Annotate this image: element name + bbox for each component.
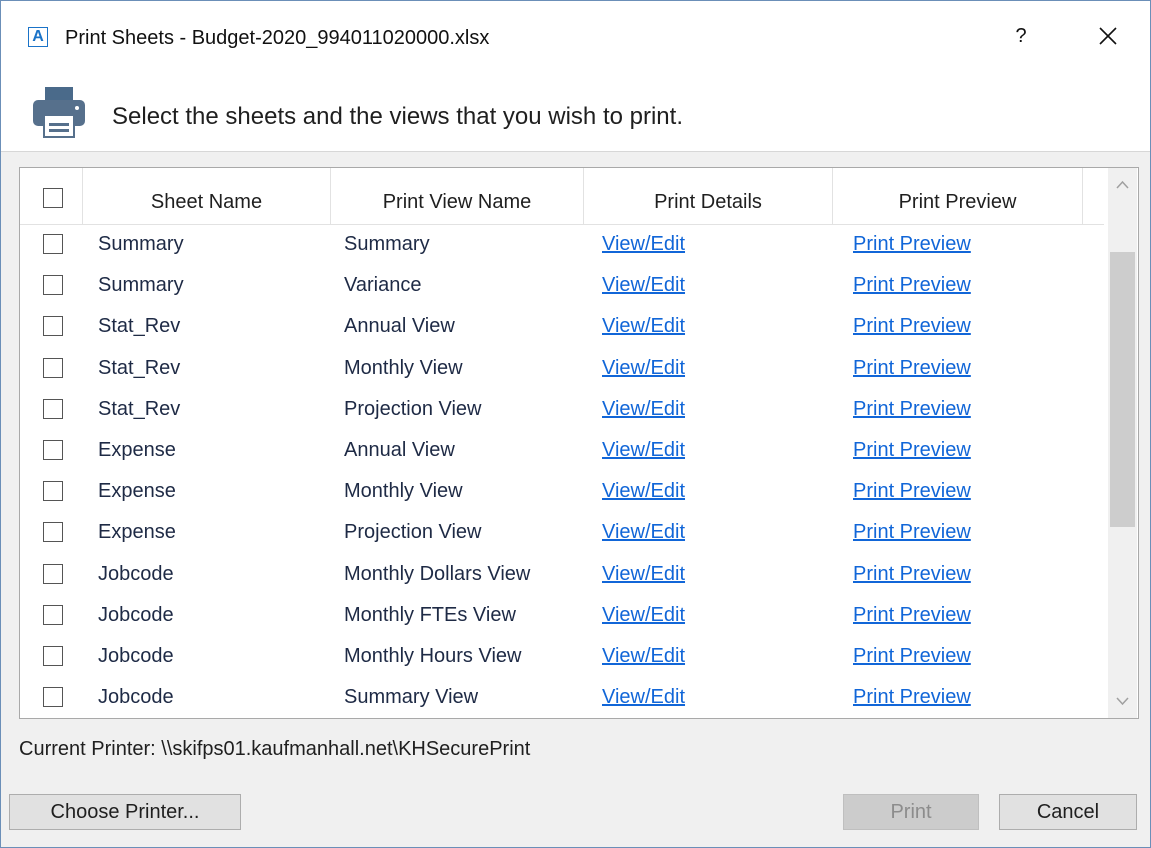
view-edit-link[interactable]: View/Edit — [602, 265, 685, 306]
print-view-name-cell: Summary — [344, 233, 430, 255]
row-checkbox[interactable] — [43, 481, 63, 502]
print-button[interactable]: Print — [843, 794, 979, 830]
view-edit-link[interactable]: View/Edit — [602, 224, 685, 265]
view-edit-link[interactable]: View/Edit — [602, 512, 685, 553]
sheet-name-cell: Expense — [98, 439, 176, 461]
view-edit-link[interactable]: View/Edit — [602, 389, 685, 430]
sheet-name-cell: Summary — [98, 233, 184, 255]
title-bar: A Print Sheets - Budget-2020_99401102000… — [1, 1, 1150, 73]
view-edit-link[interactable]: View/Edit — [602, 471, 685, 512]
scroll-thumb[interactable] — [1110, 252, 1135, 527]
row-checkbox[interactable] — [43, 234, 63, 254]
view-edit-link[interactable]: View/Edit — [602, 554, 685, 595]
table-row: Expense Monthly View View/Edit Print Previe… — [20, 471, 1104, 512]
print-view-name-cell: Projection View — [344, 521, 482, 544]
table-row: Summary Summary View/Edit Print Preview — [20, 224, 1104, 265]
view-edit-link[interactable]: View/Edit — [602, 306, 685, 347]
table-row: Expense Annual View View/Edit Print Preview — [20, 430, 1104, 471]
instruction-header: Select the sheets and the views that you… — [1, 73, 1150, 152]
row-checkbox[interactable] — [43, 275, 63, 296]
print-preview-link[interactable]: Print Preview — [853, 224, 971, 265]
sheet-name-cell: Stat_Rev — [98, 397, 181, 420]
chevron-up-icon — [1116, 180, 1129, 189]
print-preview-link[interactable]: Print Preview — [853, 265, 971, 306]
sheet-name-cell: Stat_Rev — [98, 356, 181, 379]
row-checkbox[interactable] — [43, 604, 63, 625]
table-header: Sheet Name Print View Name Print Details… — [20, 168, 1104, 225]
scroll-down-button[interactable] — [1108, 682, 1137, 718]
current-printer-label: Current Printer: \\skifps01.kaufmanhall.… — [19, 738, 531, 760]
row-checkbox[interactable] — [43, 687, 63, 708]
help-button[interactable]: ? — [1006, 21, 1036, 51]
choose-printer-button[interactable]: Choose Printer... — [9, 794, 241, 830]
sheet-name-cell: Jobcode — [98, 603, 174, 626]
print-preview-link[interactable]: Print Preview — [853, 348, 971, 389]
column-header-print-view-name[interactable]: Print View Name — [331, 168, 584, 224]
row-checkbox[interactable] — [43, 398, 63, 419]
column-header-sheet-name[interactable]: Sheet Name — [83, 168, 331, 224]
view-edit-link[interactable]: View/Edit — [602, 677, 685, 718]
print-view-name-cell: Projection View — [344, 397, 482, 420]
view-edit-link[interactable]: View/Edit — [602, 636, 685, 677]
table-row: Stat_Rev Annual View View/Edit Print Previe… — [20, 306, 1104, 347]
table-row: Expense Projection View View/Edit Print Pre… — [20, 512, 1104, 553]
print-preview-link[interactable]: Print Preview — [853, 389, 971, 430]
print-view-name-cell: Variance — [344, 274, 422, 297]
row-checkbox[interactable] — [43, 522, 63, 543]
print-preview-link[interactable]: Print Preview — [853, 430, 971, 471]
print-sheets-dialog: A Print Sheets - Budget-2020_99401102000… — [0, 0, 1151, 848]
sheet-name-cell: Summary — [98, 274, 184, 297]
column-header-print-details[interactable]: Print Details — [584, 168, 833, 224]
close-button[interactable] — [1093, 21, 1123, 51]
row-checkbox[interactable] — [43, 440, 63, 460]
sheet-name-cell: Expense — [98, 521, 176, 544]
print-preview-link[interactable]: Print Preview — [853, 636, 971, 677]
view-edit-link[interactable]: View/Edit — [602, 595, 685, 636]
table-row: Jobcode Monthly Dollars View View/Edit Prin… — [20, 554, 1104, 595]
printer-icon — [33, 87, 85, 138]
view-edit-link[interactable]: View/Edit — [602, 430, 685, 471]
print-preview-link[interactable]: Print Preview — [853, 595, 971, 636]
view-edit-link[interactable]: View/Edit — [602, 348, 685, 389]
table-row: Stat_Rev Projection View View/Edit Print Pr… — [20, 389, 1104, 430]
sheet-name-cell: Jobcode — [98, 686, 174, 709]
close-icon — [1099, 27, 1117, 45]
scroll-up-button[interactable] — [1108, 168, 1137, 204]
row-checkbox[interactable] — [43, 316, 63, 337]
print-view-name-cell: Monthly View — [344, 356, 463, 379]
print-preview-link[interactable]: Print Preview — [853, 554, 971, 595]
row-checkbox[interactable] — [43, 357, 63, 378]
sheet-name-cell: Stat_Rev — [98, 315, 181, 338]
row-checkbox[interactable] — [43, 646, 63, 666]
print-view-name-cell: Monthly View — [344, 480, 463, 503]
vertical-scrollbar[interactable] — [1108, 168, 1137, 718]
window-title: Print Sheets - Budget-2020_994011020000.… — [65, 27, 490, 49]
print-view-name-cell: Monthly FTEs View — [344, 603, 516, 626]
app-logo-icon: A — [28, 27, 48, 47]
print-view-name-cell: Annual View — [344, 439, 455, 461]
sheet-name-cell: Jobcode — [98, 645, 174, 667]
print-view-name-cell: Monthly Dollars View — [344, 562, 531, 585]
row-checkbox[interactable] — [43, 563, 63, 584]
print-view-name-cell: Summary View — [344, 686, 479, 709]
print-view-name-cell: Annual View — [344, 315, 455, 338]
print-preview-link[interactable]: Print Preview — [853, 306, 971, 347]
table-row: Stat_Rev Monthly View View/Edit Print Previ… — [20, 348, 1104, 389]
sheets-table: Sheet Name Print View Name Print Details… — [19, 167, 1139, 719]
instruction-text: Select the sheets and the views that you… — [112, 103, 683, 130]
print-preview-link[interactable]: Print Preview — [853, 677, 971, 718]
print-preview-link[interactable]: Print Preview — [853, 471, 971, 512]
table-row: Summary Variance View/Edit Print Preview — [20, 265, 1104, 306]
sheet-name-cell: Expense — [98, 480, 176, 503]
print-view-name-cell: Monthly Hours View — [344, 645, 522, 667]
select-all-checkbox[interactable] — [43, 188, 63, 208]
table-row: Jobcode Monthly Hours View View/Edit Print … — [20, 636, 1104, 677]
column-header-print-preview[interactable]: Print Preview — [833, 168, 1083, 224]
print-preview-link[interactable]: Print Preview — [853, 512, 971, 553]
table-row: Jobcode Monthly FTEs View View/Edit Print P… — [20, 595, 1104, 636]
cancel-button[interactable]: Cancel — [999, 794, 1137, 830]
chevron-down-icon — [1116, 697, 1129, 706]
sheet-name-cell: Jobcode — [98, 562, 174, 585]
table-row: Jobcode Summary View View/Edit Print Previe… — [20, 677, 1104, 718]
